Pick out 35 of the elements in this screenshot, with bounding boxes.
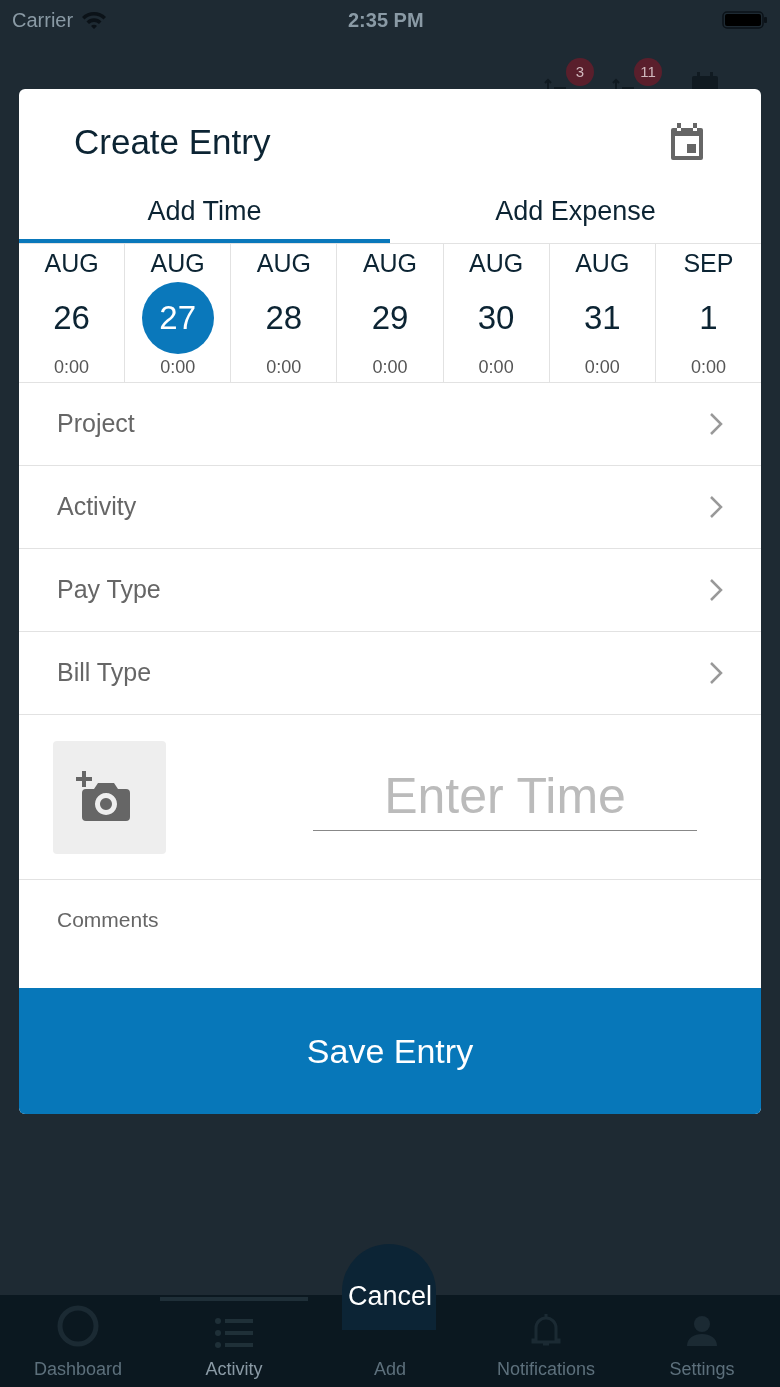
tab[interactable]: Add Time — [19, 185, 390, 243]
comments-field[interactable]: Comments — [19, 880, 761, 988]
list-icon[interactable] — [215, 1318, 253, 1348]
save-button[interactable]: Save Entry — [19, 988, 761, 1114]
chevron-icon — [709, 495, 723, 519]
tab-bar-item[interactable]: Dashboard — [33, 1356, 123, 1383]
chevron-icon — [709, 661, 723, 685]
tab-bar-item[interactable]: Add — [374, 1356, 406, 1383]
carrier-label: Carrier — [12, 8, 74, 33]
list-row[interactable]: Project — [19, 383, 761, 466]
chevron-icon — [709, 412, 723, 436]
tab-bar-item[interactable]: Activity — [205, 1356, 263, 1383]
add-photo-button[interactable] — [53, 740, 166, 854]
date-cell[interactable]: AUG 30 0:00 — [443, 244, 550, 382]
date-cell[interactable]: SEP 1 0:00 — [655, 244, 761, 382]
wifi-icon — [81, 10, 108, 30]
date-cell[interactable]: AUG 26 0:00 — [19, 244, 126, 382]
chevron-icon — [709, 578, 723, 602]
badge-count: 3 — [566, 58, 594, 86]
tab[interactable]: Add Expense — [390, 185, 761, 243]
dialog-title: Create Entry — [74, 120, 271, 163]
date-cell[interactable]: AUG 27 0:00 — [125, 244, 232, 382]
date-cell[interactable]: AUG 31 0:00 — [549, 244, 656, 382]
cancel-button[interactable]: Cancel — [330, 1276, 450, 1310]
list-row[interactable]: Bill Type — [19, 632, 761, 715]
list-row[interactable]: Pay Type — [19, 549, 761, 632]
calendar-icon[interactable] — [669, 122, 705, 162]
date-cell[interactable]: AUG 29 0:00 — [337, 244, 444, 382]
badge-count: 11 — [634, 58, 662, 86]
date-cell[interactable]: AUG 28 0:00 — [231, 244, 338, 382]
time-input[interactable]: Enter Time — [313, 763, 697, 831]
clock-time: 2:35 PM — [348, 8, 424, 33]
tab-bar-item[interactable]: Notifications — [496, 1356, 595, 1383]
battery-icon — [722, 10, 768, 30]
list-row[interactable]: Activity — [19, 466, 761, 549]
